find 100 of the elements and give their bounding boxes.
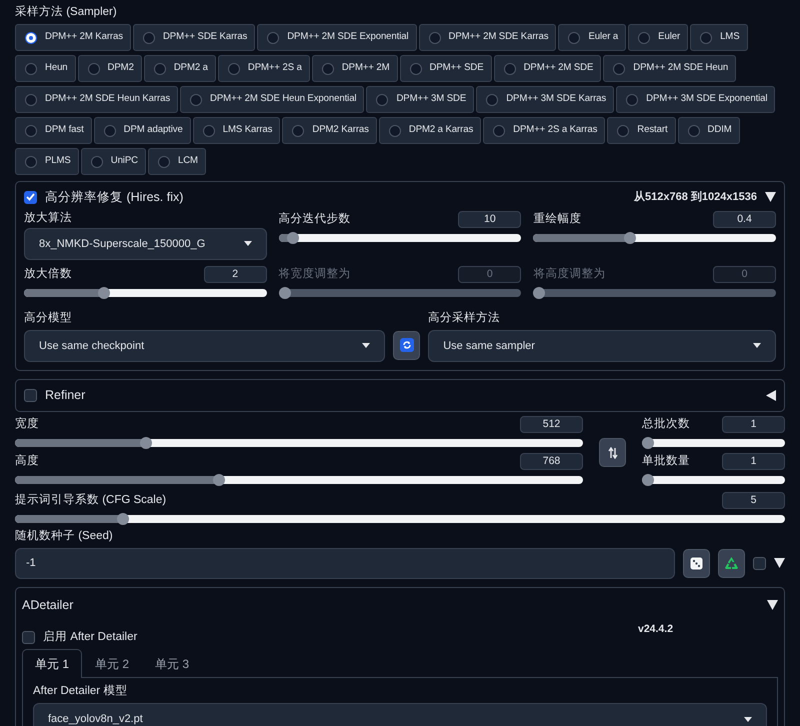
number-field[interactable]: 1 xyxy=(722,416,785,432)
refresh-icon xyxy=(400,338,414,352)
collapse-triangle-icon[interactable] xyxy=(765,192,776,202)
sampler-option[interactable]: DPM++ 2M SDE Exponential xyxy=(257,24,417,51)
slider-track[interactable] xyxy=(15,438,583,446)
sampler-option[interactable]: DPM++ 2M SDE Heun Exponential xyxy=(180,86,364,113)
version-text: v24.4.2 xyxy=(638,622,674,638)
sampler-option[interactable]: DPM++ 2M SDE Karras xyxy=(418,24,556,51)
recycle-button[interactable] xyxy=(718,548,745,578)
sampler-option[interactable]: DPM++ 3M SDE Karras xyxy=(476,86,614,113)
dice-button[interactable] xyxy=(683,548,710,578)
checkbox[interactable] xyxy=(24,190,37,204)
slider-thumb[interactable] xyxy=(116,512,129,524)
number-field[interactable]: 0.4 xyxy=(713,210,776,228)
sampler-option[interactable]: PLMS xyxy=(15,148,79,175)
number-field[interactable]: 2 xyxy=(204,266,267,283)
tab[interactable]: 单元 3 xyxy=(142,649,202,678)
seed-field[interactable]: -1 xyxy=(15,548,675,578)
sampler-option[interactable]: DPM2 a Karras xyxy=(378,117,482,144)
sampler-option[interactable]: DPM fast xyxy=(15,117,92,144)
sampler-option[interactable]: DDIM xyxy=(678,117,740,144)
slider-thumb[interactable] xyxy=(642,436,654,448)
panel-title: Refiner xyxy=(45,386,86,404)
checkbox-label: 启用 After Detailer xyxy=(43,630,138,646)
dropdown[interactable]: 8x_NMKD-Superscale_150000_G xyxy=(24,228,267,260)
checkbox[interactable] xyxy=(24,388,37,402)
collapse-triangle-icon[interactable] xyxy=(767,600,778,610)
sampler-option[interactable]: DPM++ 2M SDE xyxy=(494,55,602,82)
sampler-option[interactable]: LMS Karras xyxy=(192,117,280,144)
sampler-option[interactable]: LMS xyxy=(690,24,748,51)
checkbox[interactable] xyxy=(22,631,35,644)
expand-triangle-icon[interactable] xyxy=(766,390,776,401)
sampler-option[interactable]: UniPC xyxy=(80,148,146,175)
slider-thumb[interactable] xyxy=(287,232,300,244)
sampler-option[interactable]: DPM++ 2S a Karras xyxy=(483,117,606,144)
swap-arrows-icon xyxy=(608,446,618,458)
sampler-option[interactable]: Restart xyxy=(607,117,676,144)
sampler-option[interactable]: DPM++ 2M SDE Heun xyxy=(603,55,736,82)
number-field[interactable]: 10 xyxy=(458,210,522,228)
panel-title: 高分辨率修复 (Hires. fix) xyxy=(45,189,184,206)
summary-text: 从512x768 到1024x1536 xyxy=(634,190,757,206)
number-field: 0 xyxy=(458,266,522,283)
slider-track[interactable] xyxy=(15,476,583,484)
sampler-option[interactable]: LCM xyxy=(148,148,206,175)
sampler-option[interactable]: DPM2 a xyxy=(144,55,216,82)
sampler-option[interactable]: DPM2 Karras xyxy=(282,117,377,144)
number-field[interactable]: 5 xyxy=(722,492,785,508)
sampler-option[interactable]: DPM++ 2M Karras xyxy=(15,24,131,51)
sampler-option[interactable]: DPM++ 3M SDE xyxy=(366,86,474,113)
tab[interactable]: 单元 1 xyxy=(22,649,82,678)
slider-track[interactable] xyxy=(15,514,785,522)
recycle-icon xyxy=(724,556,739,570)
sampler-option[interactable]: DPM++ 2M xyxy=(312,55,398,82)
number-field[interactable]: 768 xyxy=(520,452,583,470)
section-label: 采样方法 (Sampler) xyxy=(15,5,118,20)
sampler-option[interactable]: DPM adaptive xyxy=(94,117,191,144)
dropdown[interactable]: face_yolov8n_v2.pt xyxy=(33,703,767,726)
slider-label: 单批数量 xyxy=(642,454,690,468)
field-label: 高分模型 xyxy=(24,310,73,326)
slider-label: 高分迭代步数 xyxy=(278,212,351,227)
sampler-option[interactable]: Euler a xyxy=(558,24,626,51)
slider-track[interactable] xyxy=(278,234,522,242)
caret-icon xyxy=(744,716,752,722)
slider-thumb[interactable] xyxy=(213,474,226,486)
panel-title: ADetailer xyxy=(22,596,74,614)
slider-label: 将宽度调整为 xyxy=(278,266,351,282)
refresh-button[interactable] xyxy=(393,330,420,360)
slider-thumb[interactable] xyxy=(642,474,654,486)
caret-icon xyxy=(244,241,252,246)
slider-thumb[interactable] xyxy=(98,286,110,299)
dropdown[interactable]: Use same sampler xyxy=(428,330,776,362)
sampler-option[interactable]: Euler xyxy=(628,24,688,51)
sampler-option[interactable]: DPM++ 2S a xyxy=(218,55,310,82)
sampler-option[interactable]: DPM++ SDE xyxy=(400,55,492,82)
sampler-option[interactable]: Heun xyxy=(15,55,76,82)
swap-button[interactable] xyxy=(599,438,626,467)
slider-track[interactable] xyxy=(533,234,776,242)
field-label: 放大算法 xyxy=(24,210,73,226)
slider-label: 宽度 xyxy=(15,416,39,432)
slider-thumb[interactable] xyxy=(624,232,636,244)
slider-label: 高度 xyxy=(15,454,39,468)
sampler-option[interactable]: DPM++ SDE Karras xyxy=(132,24,256,51)
slider-label: 重绘幅度 xyxy=(533,212,582,227)
field-label: After Detailer 模型 xyxy=(33,684,128,700)
dropdown[interactable]: Use same checkpoint xyxy=(24,330,386,362)
sampler-option[interactable]: DPM++ 3M SDE Exponential xyxy=(616,86,776,113)
extra-checkbox[interactable] xyxy=(753,556,766,570)
tab[interactable]: 单元 2 xyxy=(82,649,142,678)
sampler-option[interactable]: DPM++ 2M SDE Heun Karras xyxy=(15,86,178,113)
number-field[interactable]: 512 xyxy=(520,416,583,432)
sampler-option[interactable]: DPM2 xyxy=(78,55,142,82)
field-label: 随机数种子 (Seed) xyxy=(15,528,114,544)
number-field[interactable]: 1 xyxy=(722,452,785,470)
slider-track[interactable] xyxy=(642,476,785,484)
slider-label: 放大倍数 xyxy=(24,266,72,282)
slider-thumb[interactable] xyxy=(140,436,152,448)
slider-track[interactable] xyxy=(642,438,785,446)
slider-track[interactable] xyxy=(24,288,267,297)
collapse-triangle-icon[interactable] xyxy=(774,558,785,568)
slider-label: 将高度调整为 xyxy=(533,266,606,282)
